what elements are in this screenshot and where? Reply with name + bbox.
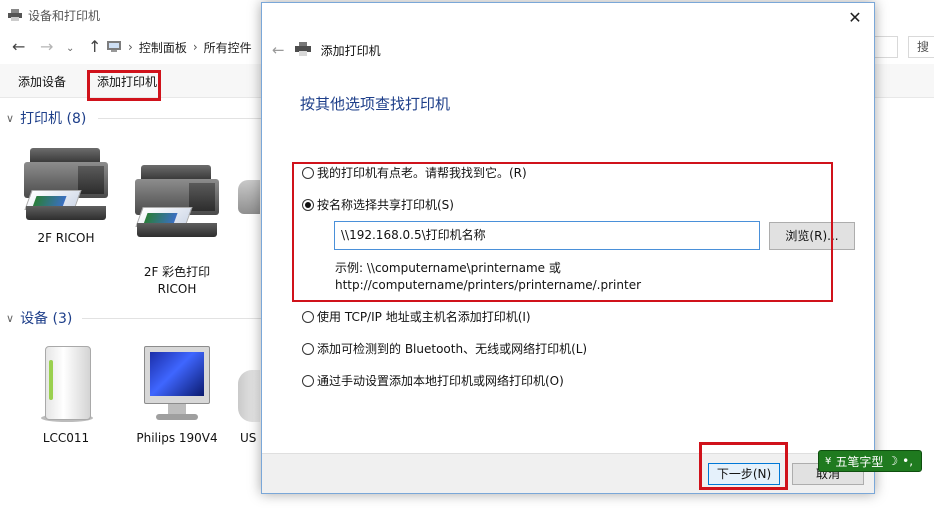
printer-label: 2F 彩色打印 RICOH [143, 265, 211, 296]
monitor-icon [138, 344, 216, 424]
printers-group-header[interactable]: ∨ 打印机 (8) [6, 108, 86, 128]
option-label: 使用 TCP/IP 地址或主机名添加打印机(I) [317, 310, 531, 324]
chevron-down-icon: ∨ [6, 111, 15, 125]
forward-arrow-icon[interactable]: → [40, 38, 53, 56]
explorer-title-bar: 设备和打印机 [8, 6, 100, 24]
mouse-icon [238, 370, 260, 422]
device-label: Philips 190V4 [136, 431, 218, 445]
printer-item[interactable]: 2F RICOH [16, 146, 116, 247]
device-item[interactable]: Philips 190V4 [127, 344, 227, 447]
printer-icon [238, 180, 260, 214]
search-input[interactable]: 搜 [908, 36, 934, 58]
printer-icon [294, 41, 311, 59]
printer-label: 2F RICOH [37, 231, 95, 245]
explorer-title: 设备和打印机 [28, 8, 101, 23]
add-device-button[interactable]: 添加设备 [18, 73, 66, 90]
moon-icon: ☽ [887, 454, 899, 468]
radio-button[interactable] [302, 310, 314, 323]
option-bluetooth-network[interactable]: 添加可检测到的 Bluetooth、无线或网络打印机(L) [302, 340, 587, 357]
add-printer-highlight [87, 70, 161, 101]
device-label: US [240, 431, 257, 445]
printer-icon [8, 9, 22, 21]
recent-dropdown-icon[interactable]: ⌄ [66, 40, 74, 58]
option-tcpip[interactable]: 使用 TCP/IP 地址或主机名添加打印机(I) [302, 308, 531, 325]
breadcrumb-control-panel[interactable]: 控制面板 [139, 39, 187, 56]
group-divider [82, 318, 268, 319]
page-title: 按其他选项查找打印机 [300, 95, 451, 113]
shared-printer-highlight [292, 162, 833, 302]
option-label: 添加可检测到的 Bluetooth、无线或网络打印机(L) [317, 342, 588, 356]
punctuation-icon: •, [902, 454, 914, 468]
devices-group-header[interactable]: ∨ 设备 (3) [6, 308, 72, 328]
dialog-header: ← 添加打印机 [272, 41, 381, 59]
multifunction-printer-icon [20, 146, 112, 224]
back-arrow-icon[interactable]: ← [12, 38, 25, 56]
ime-label: 五笔字型 [835, 454, 884, 469]
back-arrow-icon[interactable]: ← [272, 41, 285, 59]
radio-button[interactable] [302, 374, 314, 387]
breadcrumb-all-items[interactable]: 所有控件 [204, 39, 252, 56]
ime-status-bar[interactable]: ¥ 五笔字型 ☽ •, [818, 450, 922, 472]
radio-button[interactable] [302, 342, 314, 355]
device-label: LCC011 [42, 431, 90, 445]
device-item[interactable]: LCC011 [16, 344, 116, 447]
multifunction-printer-icon [131, 163, 223, 241]
close-icon[interactable]: ✕ [846, 9, 864, 27]
next-button-highlight [699, 442, 788, 490]
printer-item[interactable]: 2F 彩色打印 RICOH [127, 146, 227, 315]
chevron-down-icon: ¥ [825, 455, 832, 467]
dialog-title: 添加打印机 [320, 43, 381, 58]
devices-group-label: 设备 (3) [20, 311, 73, 327]
control-panel-icon [106, 39, 122, 56]
breadcrumb-separator-icon: › [192, 40, 198, 54]
up-arrow-icon[interactable]: ↑ [88, 38, 101, 56]
option-manual-local[interactable]: 通过手动设置添加本地打印机或网络打印机(O) [302, 372, 564, 389]
breadcrumb[interactable]: › 控制面板 › 所有控件 [106, 36, 266, 58]
group-divider [98, 118, 268, 119]
external-drive-icon [37, 344, 95, 424]
printers-group-label: 打印机 (8) [20, 111, 87, 127]
chevron-down-icon: ∨ [6, 311, 15, 325]
breadcrumb-separator-icon: › [128, 40, 133, 54]
option-label: 通过手动设置添加本地打印机或网络打印机(O) [317, 374, 564, 388]
